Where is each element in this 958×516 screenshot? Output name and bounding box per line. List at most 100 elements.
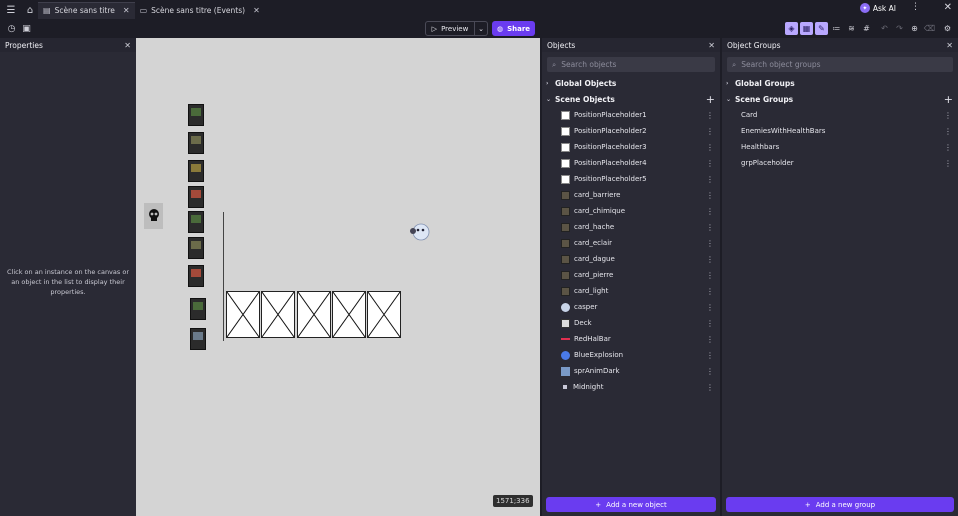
more-icon[interactable]: ⋮: [706, 287, 714, 296]
ask-ai-button[interactable]: ✦ Ask AI: [859, 3, 896, 13]
more-icon[interactable]: ⋮: [706, 175, 714, 184]
card-instance[interactable]: [188, 186, 204, 208]
more-icon[interactable]: ⋮: [944, 111, 952, 120]
add-icon[interactable]: +: [706, 93, 715, 106]
position-placeholder[interactable]: [261, 291, 295, 338]
more-icon[interactable]: ⋮: [706, 303, 714, 312]
window-menu-icon[interactable]: ⋮: [911, 2, 920, 12]
card-instance[interactable]: [188, 160, 204, 182]
instances-list-icon[interactable]: ≔: [830, 22, 843, 35]
list-item[interactable]: card_pierre ⋮: [542, 267, 720, 283]
casper-instance[interactable]: [409, 222, 431, 242]
undo-icon[interactable]: ↶: [878, 22, 891, 35]
card-instance[interactable]: [188, 132, 204, 154]
card-instance[interactable]: [188, 211, 204, 233]
close-icon[interactable]: ✕: [124, 41, 131, 50]
list-item[interactable]: BlueExplosion ⋮: [542, 347, 720, 363]
more-icon[interactable]: ⋮: [706, 319, 714, 328]
close-icon[interactable]: ✕: [946, 41, 953, 50]
more-icon[interactable]: ⋮: [706, 159, 714, 168]
tab-scene[interactable]: ▤ Scène sans titre ✕: [38, 1, 135, 19]
more-icon[interactable]: ⋮: [706, 351, 714, 360]
list-item[interactable]: PositionPlaceholder5 ⋮: [542, 171, 720, 187]
history-icon[interactable]: ◷: [5, 22, 18, 35]
list-item[interactable]: PositionPlaceholder3 ⋮: [542, 139, 720, 155]
list-item[interactable]: Card ⋮: [722, 107, 958, 123]
tab-scene-events[interactable]: ▭ Scène sans titre (Events) ✕: [135, 2, 265, 19]
add-new-object-button[interactable]: + Add a new object: [546, 497, 716, 512]
global-groups-section[interactable]: › Global Groups: [722, 75, 958, 91]
more-icon[interactable]: ⋮: [706, 191, 714, 200]
share-button[interactable]: ◍ Share: [492, 21, 535, 36]
list-item[interactable]: EnemiesWithHealthBars ⋮: [722, 123, 958, 139]
close-icon[interactable]: ✕: [123, 6, 130, 15]
list-item[interactable]: Healthbars ⋮: [722, 139, 958, 155]
card-instance[interactable]: [190, 328, 206, 350]
list-item[interactable]: RedHalBar ⋮: [542, 331, 720, 347]
card-instance[interactable]: [188, 265, 204, 287]
layers-icon[interactable]: ≋: [845, 22, 858, 35]
scene-groups-section[interactable]: ⌄ Scene Groups +: [722, 91, 958, 107]
delete-icon[interactable]: ⌫: [923, 22, 936, 35]
search-objects-field[interactable]: ⌕: [547, 57, 715, 72]
list-item[interactable]: sprAnimDark ⋮: [542, 363, 720, 379]
more-icon[interactable]: ⋮: [944, 127, 952, 136]
more-icon[interactable]: ⋮: [706, 111, 714, 120]
position-placeholder[interactable]: [332, 291, 366, 338]
list-item[interactable]: Midnight ⋮: [542, 379, 720, 395]
list-item[interactable]: PositionPlaceholder1 ⋮: [542, 107, 720, 123]
more-icon[interactable]: ⋮: [706, 127, 714, 136]
scene-settings-icon[interactable]: ⚙: [941, 22, 954, 35]
zoom-icon[interactable]: ⊕: [908, 22, 921, 35]
list-item[interactable]: grpPlaceholder ⋮: [722, 155, 958, 171]
more-icon[interactable]: ⋮: [706, 223, 714, 232]
card-instance[interactable]: [188, 237, 204, 259]
position-placeholder[interactable]: [367, 291, 401, 338]
scene-canvas[interactable]: 1571;336: [136, 38, 540, 516]
more-icon[interactable]: ⋮: [944, 159, 952, 168]
list-item[interactable]: Deck ⋮: [542, 315, 720, 331]
object-groups-toggle-icon[interactable]: ▦: [800, 22, 813, 35]
position-placeholder[interactable]: [226, 291, 260, 338]
home-icon[interactable]: ⌂: [22, 2, 38, 18]
properties-toggle-icon[interactable]: ✎: [815, 22, 828, 35]
list-item[interactable]: card_light ⋮: [542, 283, 720, 299]
objects-panel-toggle-icon[interactable]: ◈: [785, 22, 798, 35]
list-item[interactable]: card_barriere ⋮: [542, 187, 720, 203]
search-input[interactable]: [741, 60, 882, 69]
redo-icon[interactable]: ↷: [893, 22, 906, 35]
list-item[interactable]: PositionPlaceholder2 ⋮: [542, 123, 720, 139]
more-icon[interactable]: ⋮: [706, 255, 714, 264]
more-icon[interactable]: ⋮: [706, 271, 714, 280]
deck-instance[interactable]: [144, 203, 163, 229]
save-icon[interactable]: ▣: [20, 22, 33, 35]
more-icon[interactable]: ⋮: [706, 383, 714, 392]
list-item[interactable]: casper ⋮: [542, 299, 720, 315]
close-icon[interactable]: ✕: [708, 41, 715, 50]
window-close-icon[interactable]: ✕: [944, 2, 952, 13]
list-item[interactable]: PositionPlaceholder4 ⋮: [542, 155, 720, 171]
global-objects-section[interactable]: › Global Objects: [542, 75, 720, 91]
more-icon[interactable]: ⋮: [706, 207, 714, 216]
preview-button[interactable]: ▷ Preview: [425, 21, 475, 36]
search-input[interactable]: [561, 60, 702, 69]
card-instance[interactable]: [190, 298, 206, 320]
add-new-group-button[interactable]: + Add a new group: [726, 497, 954, 512]
more-icon[interactable]: ⋮: [944, 143, 952, 152]
scene-objects-section[interactable]: ⌄ Scene Objects +: [542, 91, 720, 107]
list-item[interactable]: card_eclair ⋮: [542, 235, 720, 251]
list-item[interactable]: card_chimique ⋮: [542, 203, 720, 219]
grid-icon[interactable]: #: [860, 22, 873, 35]
position-placeholder[interactable]: [297, 291, 331, 338]
card-instance[interactable]: [188, 104, 204, 126]
search-groups-field[interactable]: ⌕: [727, 57, 953, 72]
list-item[interactable]: card_hache ⋮: [542, 219, 720, 235]
hamburger-menu-icon[interactable]: ☰: [3, 2, 19, 18]
more-icon[interactable]: ⋮: [706, 367, 714, 376]
add-icon[interactable]: +: [944, 93, 953, 106]
more-icon[interactable]: ⋮: [706, 239, 714, 248]
list-item[interactable]: card_dague ⋮: [542, 251, 720, 267]
close-icon[interactable]: ✕: [253, 6, 260, 15]
preview-dropdown[interactable]: ⌄: [475, 21, 488, 36]
more-icon[interactable]: ⋮: [706, 335, 714, 344]
